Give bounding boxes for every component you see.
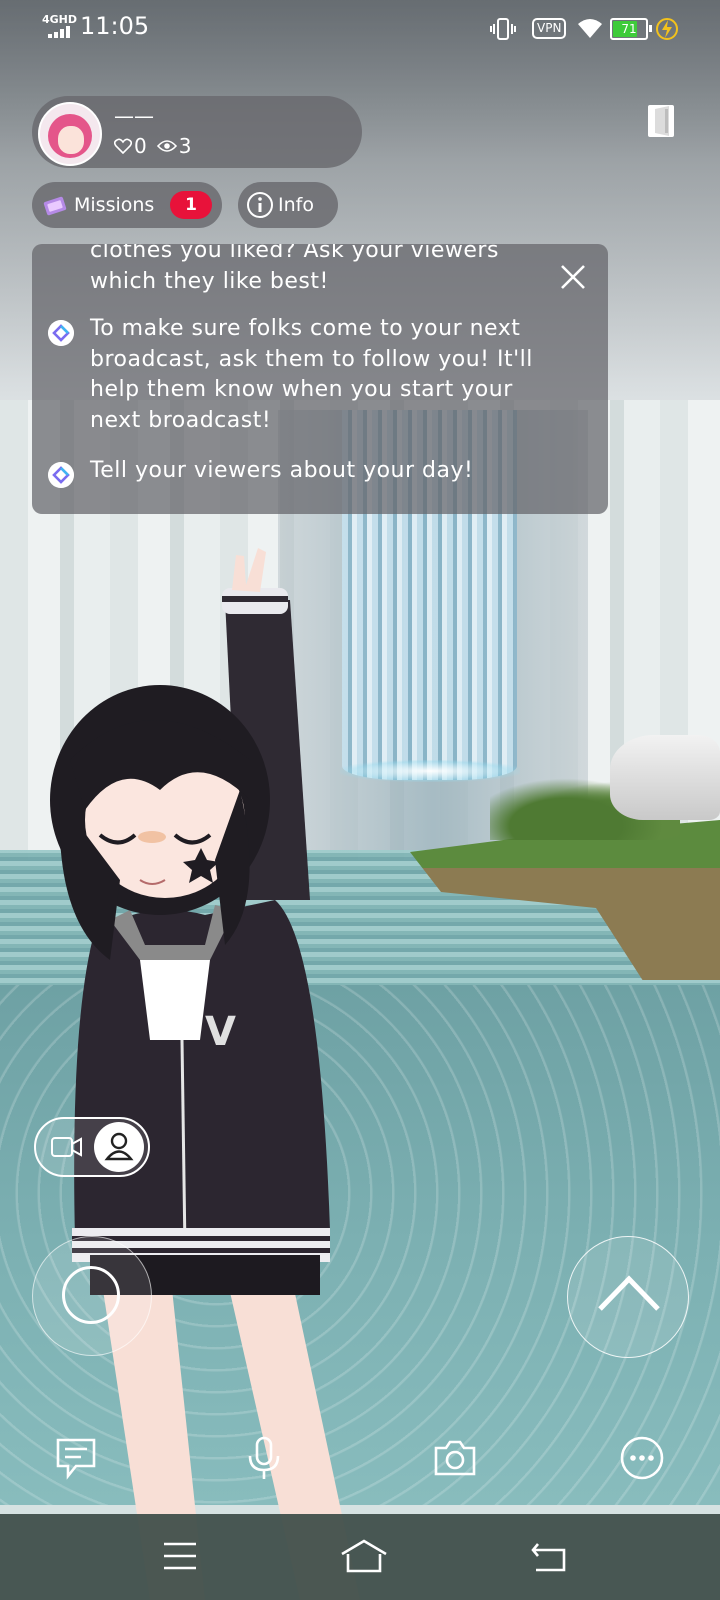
menu-icon[interactable]: [160, 1538, 200, 1574]
tips-panel[interactable]: clothes you liked? Ask your viewers whic…: [32, 244, 608, 514]
person-icon: [104, 1132, 134, 1161]
missions-label: Missions: [74, 194, 155, 216]
stream-stats: 0 3: [114, 134, 191, 158]
jump-button[interactable]: [567, 1236, 689, 1358]
missions-button[interactable]: Missions 1: [32, 182, 222, 228]
exit-icon[interactable]: [647, 104, 675, 138]
streamer-profile[interactable]: —— 0 3: [32, 96, 362, 168]
info-label: Info: [278, 194, 314, 216]
eye-icon: [156, 140, 177, 152]
tip-bullet-icon: [48, 462, 74, 488]
signal-icon: [48, 26, 74, 38]
back-icon[interactable]: [530, 1538, 570, 1574]
avatar-mode-button[interactable]: [94, 1122, 144, 1172]
info-button[interactable]: Info: [238, 182, 338, 228]
charging-icon: [656, 18, 678, 40]
microphone-icon[interactable]: [242, 1436, 286, 1480]
more-icon[interactable]: [620, 1436, 664, 1480]
info-icon: [247, 192, 273, 218]
missions-badge: 1: [170, 191, 212, 219]
joystick-knob[interactable]: [62, 1266, 120, 1324]
ticket-icon: [43, 196, 67, 216]
avatar[interactable]: [38, 102, 102, 166]
clock: 11:05: [80, 12, 150, 40]
heart-icon: [114, 138, 132, 154]
video-camera-icon[interactable]: [50, 1133, 84, 1161]
streamer-name: ——: [114, 104, 154, 128]
tip-bullet-icon: [48, 320, 74, 346]
status-bar: 4GHD 11:05 VPN 71: [0, 0, 720, 58]
view-mode-toggle[interactable]: [34, 1117, 150, 1177]
camera-icon[interactable]: [433, 1436, 477, 1480]
battery-level: 71: [621, 22, 637, 36]
network-type: 4GHD: [42, 13, 78, 26]
vpn-icon: VPN: [532, 18, 567, 39]
tip-text: Tell your viewers about your day!: [90, 458, 474, 483]
home-icon[interactable]: [340, 1538, 388, 1574]
chat-icon[interactable]: [54, 1436, 98, 1480]
vibrate-icon: [490, 18, 516, 40]
movement-joystick[interactable]: [32, 1236, 152, 1356]
tip-text: To make sure folks come to your next bro…: [90, 316, 533, 433]
likes-count: 0: [134, 134, 147, 158]
viewers-count: 3: [178, 134, 192, 158]
close-icon[interactable]: [558, 262, 588, 292]
chevron-up-icon: [598, 1275, 660, 1311]
wifi-icon: [578, 19, 602, 38]
broadcast-scene: V: [0, 0, 720, 1600]
battery-icon: 71: [610, 18, 652, 40]
rock: [610, 735, 720, 820]
tip-text: clothes you liked? Ask your viewers whic…: [90, 244, 499, 294]
